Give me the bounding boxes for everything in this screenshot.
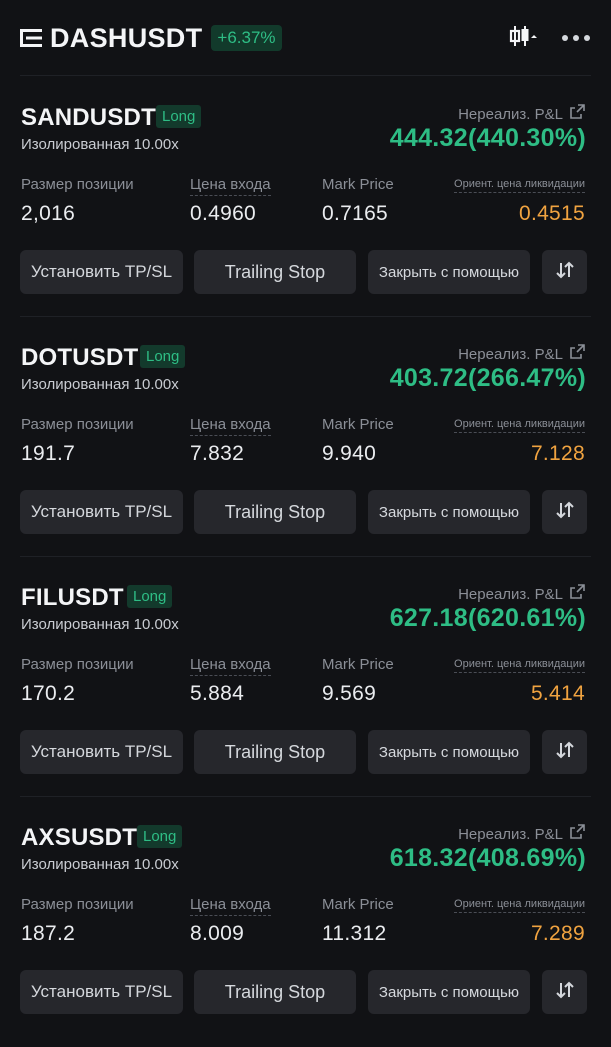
unrealized-pnl-value: 627.18(620.61%)	[389, 604, 586, 632]
side-badge: Long	[137, 825, 183, 848]
top-bar: DASHUSDT +6.37%	[0, 0, 611, 76]
mark-price-value: 11.312	[322, 922, 387, 945]
entry-price-label[interactable]: Цена входа	[190, 896, 271, 916]
liquidation-price-label[interactable]: Ориент. цена ликвидации	[454, 418, 585, 433]
divider	[20, 556, 591, 557]
pair-name[interactable]: SANDUSDT	[21, 104, 156, 132]
liquidation-price-value: 5.414	[530, 682, 585, 705]
liquidation-price-value: 7.289	[530, 922, 585, 945]
position-card: AXSUSDT Long Изолированная 10.00x Нереал…	[0, 800, 611, 1040]
mark-price-label: Mark Price	[322, 896, 394, 913]
share-icon[interactable]	[569, 344, 585, 364]
liquidation-price-label[interactable]: Ориент. цена ликвидации	[454, 658, 585, 673]
swap-arrows-icon	[554, 979, 576, 1006]
liquidation-price-value: 7.128	[530, 442, 585, 465]
size-value: 187.2	[21, 922, 76, 945]
side-badge: Long	[127, 585, 173, 608]
reverse-position-button[interactable]	[542, 730, 587, 774]
reverse-position-button[interactable]	[542, 250, 587, 294]
unrealized-pnl-label[interactable]: Нереализ. P&L	[458, 344, 585, 364]
reverse-position-button[interactable]	[542, 490, 587, 534]
share-icon[interactable]	[569, 584, 585, 604]
mark-price-label: Mark Price	[322, 176, 394, 193]
liquidation-price-label[interactable]: Ориент. цена ликвидации	[454, 898, 585, 913]
liquidation-price-label[interactable]: Ориент. цена ликвидации	[454, 178, 585, 193]
trailing-stop-button[interactable]: Trailing Stop	[194, 970, 356, 1014]
position-card: FILUSDT Long Изолированная 10.00x Нереал…	[0, 560, 611, 800]
entry-price-value: 8.009	[190, 922, 245, 945]
entry-price-value: 5.884	[190, 682, 245, 705]
size-value: 2,016	[21, 202, 76, 225]
unrealized-pnl-label[interactable]: Нереализ. P&L	[458, 104, 585, 124]
margin-mode[interactable]: Изолированная 10.00x	[21, 616, 179, 633]
set-tpsl-button[interactable]: Установить TP/SL	[20, 250, 183, 294]
liquidation-price-value: 0.4515	[518, 202, 585, 225]
divider	[20, 316, 591, 317]
more-icon[interactable]	[561, 29, 591, 47]
side-badge: Long	[140, 345, 186, 368]
position-card: SANDUSDT Long Изолированная 10.00x Нереа…	[0, 80, 611, 320]
entry-price-label[interactable]: Цена входа	[190, 176, 271, 196]
reverse-position-button[interactable]	[542, 970, 587, 1014]
mark-price-value: 9.569	[322, 682, 377, 705]
close-with-button[interactable]: Закрыть с помощью	[368, 490, 530, 534]
pair-name[interactable]: FILUSDT	[21, 584, 124, 612]
unrealized-pnl-value: 618.32(408.69%)	[389, 844, 586, 872]
trailing-stop-button[interactable]: Trailing Stop	[194, 730, 356, 774]
pair-name[interactable]: DOTUSDT	[21, 344, 138, 372]
swap-arrows-icon	[554, 259, 576, 286]
side-badge: Long	[156, 105, 202, 128]
set-tpsl-button[interactable]: Установить TP/SL	[20, 490, 183, 534]
share-icon[interactable]	[569, 824, 585, 844]
unrealized-pnl-value: 403.72(266.47%)	[389, 364, 586, 392]
margin-mode[interactable]: Изолированная 10.00x	[21, 376, 179, 393]
symbol-title[interactable]: DASHUSDT	[50, 23, 202, 54]
close-with-button[interactable]: Закрыть с помощью	[368, 970, 530, 1014]
share-icon[interactable]	[569, 104, 585, 124]
size-label: Размер позиции	[21, 416, 134, 433]
trailing-stop-button[interactable]: Trailing Stop	[194, 490, 356, 534]
mark-price-label: Mark Price	[322, 656, 394, 673]
position-card: DOTUSDT Long Изолированная 10.00x Нереал…	[0, 320, 611, 560]
swap-arrows-icon	[554, 739, 576, 766]
close-with-button[interactable]: Закрыть с помощью	[368, 730, 530, 774]
pair-name[interactable]: AXSUSDT	[21, 824, 137, 852]
mark-price-label: Mark Price	[322, 416, 394, 433]
set-tpsl-button[interactable]: Установить TP/SL	[20, 970, 183, 1014]
entry-price-value: 0.4960	[190, 202, 257, 225]
price-change-badge: +6.37%	[211, 25, 282, 51]
mark-price-value: 0.7165	[322, 202, 389, 225]
margin-mode[interactable]: Изолированная 10.00x	[21, 856, 179, 873]
divider	[20, 75, 591, 76]
entry-price-label[interactable]: Цена входа	[190, 656, 271, 676]
menu-icon[interactable]	[20, 27, 44, 49]
trailing-stop-button[interactable]: Trailing Stop	[194, 250, 356, 294]
unrealized-pnl-value: 444.32(440.30%)	[389, 124, 586, 152]
entry-price-value: 7.832	[190, 442, 245, 465]
size-label: Размер позиции	[21, 896, 134, 913]
size-value: 191.7	[21, 442, 76, 465]
unrealized-pnl-label[interactable]: Нереализ. P&L	[458, 584, 585, 604]
size-value: 170.2	[21, 682, 76, 705]
size-label: Размер позиции	[21, 656, 134, 673]
set-tpsl-button[interactable]: Установить TP/SL	[20, 730, 183, 774]
entry-price-label[interactable]: Цена входа	[190, 416, 271, 436]
unrealized-pnl-label[interactable]: Нереализ. P&L	[458, 824, 585, 844]
divider	[20, 796, 591, 797]
swap-arrows-icon	[554, 499, 576, 526]
size-label: Размер позиции	[21, 176, 134, 193]
mark-price-value: 9.940	[322, 442, 377, 465]
close-with-button[interactable]: Закрыть с помощью	[368, 250, 530, 294]
candlestick-icon[interactable]	[509, 24, 537, 53]
margin-mode[interactable]: Изолированная 10.00x	[21, 136, 179, 153]
